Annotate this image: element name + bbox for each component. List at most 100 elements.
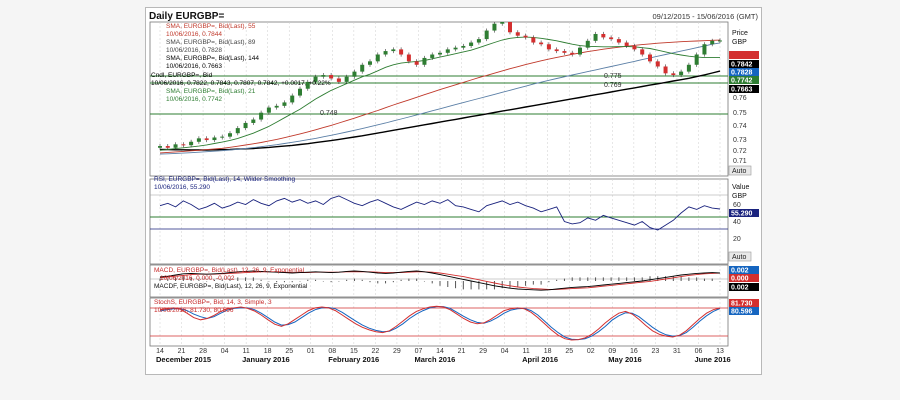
price-tick: 0.76 xyxy=(733,95,747,102)
candle xyxy=(554,49,559,52)
candle xyxy=(469,42,474,46)
candle xyxy=(484,30,489,40)
legend-line: Cndl, EURGBP=, Bid xyxy=(151,72,213,79)
candle xyxy=(438,52,442,55)
legend-line: 10/06/2016, 0.7822, 0.7843, 0.7807, 0.78… xyxy=(151,80,331,87)
candle xyxy=(500,22,505,24)
candle xyxy=(158,146,162,148)
chart-canvas: Daily EURGBP= 09/12/2015 - 15/06/2016 (G… xyxy=(149,11,759,364)
macd-histogram-bar xyxy=(361,279,363,281)
x-tick-label: 09 xyxy=(608,348,616,355)
candle xyxy=(694,54,699,65)
macd-histogram-bar xyxy=(439,281,441,286)
macd-histogram-bar xyxy=(571,277,573,281)
candle xyxy=(243,122,248,129)
x-month-label: May 2016 xyxy=(608,355,641,364)
candle xyxy=(578,47,582,55)
legend-line: 10/06/2016, 0.7844 xyxy=(166,31,222,38)
macd-histogram-bar xyxy=(447,281,449,287)
macd-histogram-bar xyxy=(610,277,612,281)
x-tick-label: 25 xyxy=(565,348,573,355)
macd-histogram-bar xyxy=(711,278,713,281)
macd-legend-line3: MACDF, EURGBP=, Bid(Last), 12, 26, 9, Ex… xyxy=(154,283,308,290)
stoch-badge-text: 80.596 xyxy=(731,309,753,316)
x-tick-label: 28 xyxy=(199,348,207,355)
candle xyxy=(702,44,707,55)
x-tick-label: 01 xyxy=(307,348,315,355)
price-axis-unit: GBP xyxy=(732,39,747,46)
macd-histogram-bar xyxy=(525,281,527,286)
x-axis: 14 21 28 04 11 18 25 01 08 15 22 29 07 14 21 29 04 11 18 25… xyxy=(156,348,731,364)
candle xyxy=(648,54,652,62)
level-label-0748: 0.748 xyxy=(320,110,338,117)
candle xyxy=(189,141,194,146)
macd-badge-text: 0.000 xyxy=(731,276,749,283)
price-axis-ticks: 0.76 0.75 0.74 0.73 0.72 0.71 xyxy=(733,95,747,165)
candle xyxy=(593,33,598,41)
candle xyxy=(655,61,660,67)
macd-badge-text: 0.002 xyxy=(731,268,749,275)
macd-badge-text: 0.002 xyxy=(731,285,749,292)
stoch-badge-text: 81.730 xyxy=(731,301,753,308)
macd-histogram-bar xyxy=(548,281,550,283)
legend-line: 10/06/2016, 0.7663 xyxy=(166,63,222,70)
macd-legend-line2: 10/06/2016, 0.000, -0.002 xyxy=(160,275,235,282)
candle xyxy=(476,39,481,43)
candle xyxy=(220,136,225,138)
candle xyxy=(360,64,365,72)
macd-histogram-bar xyxy=(470,281,472,290)
macd-histogram-bar xyxy=(703,278,705,281)
x-tick-label: 08 xyxy=(328,348,336,355)
candle xyxy=(414,61,419,65)
legend-line: SMA, EURGBP=, Bid(Last), 89 xyxy=(166,39,256,46)
macd-histogram-bar xyxy=(385,281,387,284)
candle xyxy=(515,32,520,36)
macd-histogram-bar xyxy=(509,281,511,289)
x-tick-label: 14 xyxy=(156,348,164,355)
candle xyxy=(406,54,411,62)
candle xyxy=(212,137,217,141)
candle xyxy=(375,54,380,62)
candle xyxy=(399,49,404,55)
macd-histogram-bar xyxy=(688,277,690,281)
candle xyxy=(671,73,676,76)
candle xyxy=(391,49,396,52)
macd-histogram-bar xyxy=(626,277,628,281)
candle xyxy=(165,146,170,148)
candle xyxy=(282,102,287,106)
price-tick: 0.72 xyxy=(733,148,747,155)
x-tick-label: 06 xyxy=(695,348,703,355)
candle xyxy=(601,33,606,38)
candle xyxy=(290,95,295,103)
value-axis-unit: GBP xyxy=(732,193,747,200)
candle xyxy=(329,75,334,79)
price-tick: 0.73 xyxy=(733,137,747,144)
macd-histogram-bar xyxy=(330,281,332,283)
x-tick-label: 18 xyxy=(544,348,552,355)
legend-line: 10/06/2016, 0.7828 xyxy=(166,47,222,54)
x-tick-label: 15 xyxy=(350,348,358,355)
candle xyxy=(531,37,536,43)
x-tick-label: 22 xyxy=(371,348,379,355)
candle xyxy=(368,61,372,65)
price-badge-text: 0.7828 xyxy=(731,70,753,77)
x-tick-label: 18 xyxy=(264,348,272,355)
macd-histogram-bar xyxy=(353,278,355,281)
level-label-0775: 0.775 xyxy=(604,73,622,80)
stoch-legend-line1: StochS, EURGBP=, Bid, 14, 3, Simple, 3 xyxy=(154,299,272,306)
macd-histogram-bar xyxy=(346,279,348,281)
x-month-label: December 2015 xyxy=(156,355,211,364)
stoch-legend-line2: 10/06/2016, 81.730, 80.596 xyxy=(154,307,234,314)
rsi-tick: 40 xyxy=(733,219,741,226)
x-tick-label: 29 xyxy=(393,348,401,355)
price-tick: 0.75 xyxy=(733,110,747,117)
candle xyxy=(679,71,684,76)
macd-histogram-bar xyxy=(400,279,402,281)
candle xyxy=(344,76,349,82)
date-range: 09/12/2015 - 15/06/2016 (GMT) xyxy=(653,12,759,21)
x-tick-label: 16 xyxy=(630,348,638,355)
candle xyxy=(274,105,279,108)
rsi-tick: 60 xyxy=(733,202,741,209)
candle xyxy=(461,45,466,48)
macd-histogram-bar xyxy=(252,277,254,281)
